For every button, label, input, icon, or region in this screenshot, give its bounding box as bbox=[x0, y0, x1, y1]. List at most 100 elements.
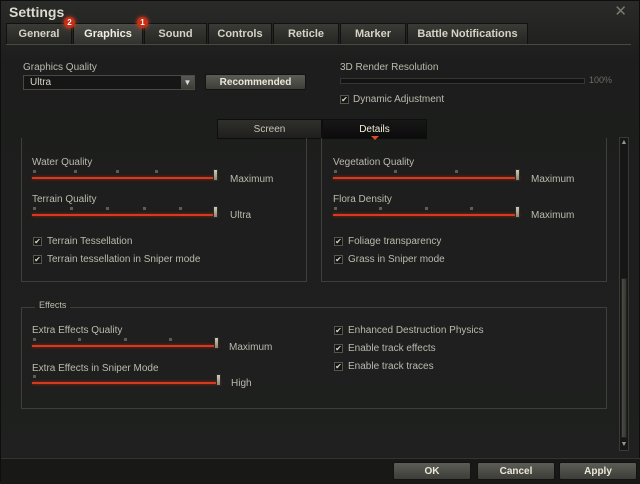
foliage-transparency-checkbox[interactable]: ✔ bbox=[334, 237, 343, 246]
content-scrollbar[interactable]: ▲ ▼ bbox=[619, 137, 629, 451]
slider-tick bbox=[334, 170, 337, 173]
vegetation-quality-value: Maximum bbox=[531, 174, 575, 185]
track-traces-label: Enable track traces bbox=[348, 361, 434, 372]
slider-tick bbox=[33, 338, 36, 341]
terrain-tessellation-label: Terrain Tessellation bbox=[47, 236, 133, 247]
tab-general[interactable]: General bbox=[6, 23, 72, 44]
tab-label: Controls bbox=[217, 28, 263, 40]
slider-handle[interactable] bbox=[213, 169, 218, 181]
grass-sniper-checkbox[interactable]: ✔ bbox=[334, 255, 343, 264]
water-quality-slider[interactable] bbox=[32, 169, 218, 181]
vegetation-quality-label: Vegetation Quality bbox=[333, 157, 415, 168]
slider-tick bbox=[179, 207, 182, 210]
tab-label: Reticle bbox=[287, 28, 325, 40]
extra-effects-sniper-slider[interactable] bbox=[32, 374, 221, 386]
enhanced-destruction-label: Enhanced Destruction Physics bbox=[348, 325, 484, 336]
slider-handle[interactable] bbox=[213, 206, 218, 218]
slider-tick bbox=[116, 170, 119, 173]
terrain-quality-value: Ultra bbox=[230, 210, 252, 221]
slider-handle[interactable] bbox=[216, 374, 221, 386]
tab-label: Battle Notifications bbox=[417, 28, 518, 40]
subtab-details[interactable]: Details bbox=[322, 119, 427, 140]
settings-window: Settings ✕ General Graphics 2 Sound 1 Co… bbox=[0, 0, 640, 484]
slider-tick bbox=[74, 170, 77, 173]
slider-tick bbox=[78, 338, 81, 341]
notification-badge: 1 bbox=[137, 17, 148, 28]
cancel-button[interactable]: Cancel bbox=[477, 462, 555, 480]
slider-tick bbox=[425, 207, 428, 210]
scrollbar-thumb[interactable] bbox=[621, 278, 627, 438]
close-icon[interactable]: ✕ bbox=[614, 2, 627, 20]
extra-effects-quality-label: Extra Effects Quality bbox=[32, 325, 123, 336]
dynamic-adjustment-checkbox[interactable]: ✔ bbox=[340, 95, 349, 104]
enhanced-destruction-checkbox[interactable]: ✔ bbox=[334, 326, 343, 335]
flora-density-slider[interactable] bbox=[333, 206, 520, 218]
track-effects-checkbox[interactable]: ✔ bbox=[334, 344, 343, 353]
terrain-tessellation-sniper-checkbox[interactable]: ✔ bbox=[33, 255, 42, 264]
extra-effects-quality-value: Maximum bbox=[229, 342, 273, 353]
ok-button[interactable]: OK bbox=[393, 462, 471, 480]
water-quality-label: Water Quality bbox=[32, 157, 93, 168]
window-title: Settings bbox=[9, 4, 65, 20]
slider-handle[interactable] bbox=[515, 169, 520, 181]
terrain-quality-slider[interactable] bbox=[32, 206, 218, 218]
slider-tick bbox=[70, 207, 73, 210]
terrain-tessellation-sniper-label: Terrain tessellation in Sniper mode bbox=[47, 254, 201, 265]
foliage-transparency-label: Foliage transparency bbox=[348, 236, 442, 247]
slider-tick bbox=[470, 207, 473, 210]
tab-sound[interactable]: Sound bbox=[144, 23, 207, 44]
grass-sniper-label: Grass in Sniper mode bbox=[348, 254, 445, 265]
chevron-down-icon: ▼ bbox=[181, 76, 194, 89]
tab-marker[interactable]: Marker bbox=[340, 23, 406, 44]
scroll-down-icon[interactable]: ▼ bbox=[620, 440, 628, 450]
notification-badge: 2 bbox=[64, 17, 75, 28]
tab-divider bbox=[6, 44, 631, 45]
slider-fill bbox=[32, 345, 219, 347]
graphics-quality-dropdown[interactable]: Ultra ▼ bbox=[23, 75, 195, 90]
effects-panel bbox=[21, 307, 607, 409]
track-traces-checkbox[interactable]: ✔ bbox=[334, 362, 343, 371]
slider-tick bbox=[33, 375, 36, 378]
recommended-button[interactable]: Recommended bbox=[205, 74, 306, 90]
slider-fill bbox=[333, 177, 520, 179]
tab-graphics[interactable]: Graphics bbox=[73, 23, 143, 45]
terrain-tessellation-checkbox[interactable]: ✔ bbox=[33, 237, 42, 246]
track-effects-label: Enable track effects bbox=[348, 343, 436, 354]
extra-effects-sniper-value: High bbox=[231, 378, 252, 389]
slider-tick bbox=[155, 170, 158, 173]
render-resolution-slider[interactable] bbox=[340, 78, 585, 84]
tab-label: Graphics bbox=[84, 28, 132, 40]
slider-tick bbox=[33, 170, 36, 173]
slider-handle[interactable] bbox=[214, 337, 219, 349]
subtab-label: Details bbox=[359, 124, 390, 135]
tab-controls[interactable]: Controls bbox=[208, 23, 272, 44]
subtab-bar: Screen Details bbox=[217, 119, 427, 140]
extra-effects-quality-slider[interactable] bbox=[32, 337, 219, 349]
tab-label: Sound bbox=[158, 28, 193, 40]
extra-effects-sniper-label: Extra Effects in Sniper Mode bbox=[32, 363, 159, 374]
slider-tick bbox=[455, 170, 458, 173]
vegetation-quality-slider[interactable] bbox=[333, 169, 520, 181]
effects-title: Effects bbox=[35, 300, 71, 310]
subtab-screen[interactable]: Screen bbox=[217, 119, 322, 139]
slider-tick bbox=[169, 338, 172, 341]
tab-battle-notifications[interactable]: Battle Notifications bbox=[407, 23, 528, 44]
terrain-quality-label: Terrain Quality bbox=[32, 194, 97, 205]
flora-density-label: Flora Density bbox=[333, 194, 392, 205]
slider-tick bbox=[33, 207, 36, 210]
tab-label: General bbox=[18, 28, 60, 40]
apply-button[interactable]: Apply bbox=[559, 462, 637, 480]
slider-handle[interactable] bbox=[515, 206, 520, 218]
graphics-quality-value: Ultra bbox=[30, 77, 52, 88]
tab-reticle[interactable]: Reticle bbox=[273, 23, 339, 44]
scroll-up-icon[interactable]: ▲ bbox=[620, 138, 628, 148]
subtab-label: Screen bbox=[253, 124, 286, 135]
slider-fill bbox=[333, 214, 520, 216]
dynamic-adjustment-label: Dynamic Adjustment bbox=[353, 94, 445, 105]
slider-tick bbox=[379, 207, 382, 210]
footer-bar: OK Cancel Apply bbox=[1, 458, 640, 484]
slider-tick bbox=[124, 338, 127, 341]
render-resolution-value: 100% bbox=[589, 75, 613, 85]
slider-tick bbox=[143, 207, 146, 210]
graphics-quality-label: Graphics Quality bbox=[23, 62, 97, 73]
